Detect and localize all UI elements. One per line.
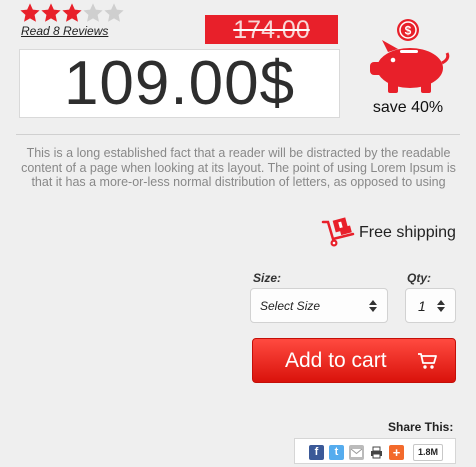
savings-label: save 40% — [372, 99, 444, 116]
star-filled-icon — [62, 3, 82, 22]
old-price: 174.00 — [205, 15, 338, 44]
star-filled-icon — [20, 3, 40, 22]
email-icon[interactable] — [349, 445, 364, 460]
select-arrows-icon — [437, 300, 445, 312]
current-price: 109.00$ — [63, 49, 296, 118]
add-to-cart-button[interactable]: Add to cart — [252, 338, 456, 383]
product-description: This is a long established fact that a r… — [21, 146, 456, 190]
share-count: 1.8M — [413, 444, 444, 461]
star-filled-icon — [41, 3, 61, 22]
qty-select[interactable]: 1 — [405, 288, 456, 323]
svg-text:$: $ — [405, 24, 412, 38]
star-rating — [19, 2, 124, 24]
plus-icon[interactable]: + — [389, 445, 404, 460]
share-title: Share This: — [388, 420, 454, 434]
size-select-value: Select Size — [260, 299, 321, 313]
qty-select-value: 1 — [418, 298, 426, 314]
print-icon[interactable] — [369, 445, 384, 460]
share-bar: f t + 1.8M — [294, 438, 456, 464]
free-shipping-label: Free shipping — [359, 224, 456, 241]
read-reviews-link[interactable]: Read 8 Reviews — [21, 24, 108, 38]
piggy-bank-icon: $ — [370, 19, 450, 93]
price-box: 109.00$ — [19, 49, 340, 118]
divider — [16, 134, 460, 135]
size-label: Size: — [253, 271, 282, 285]
size-select[interactable]: Select Size — [250, 288, 388, 323]
select-arrows-icon — [369, 300, 377, 312]
twitter-icon[interactable]: t — [329, 445, 344, 460]
cart-icon — [418, 353, 437, 369]
add-to-cart-label: Add to cart — [285, 349, 387, 372]
star-empty-icon — [104, 3, 124, 22]
hand-truck-icon — [321, 217, 355, 247]
facebook-icon[interactable]: f — [309, 445, 324, 460]
star-empty-icon — [83, 3, 103, 22]
qty-label: Qty: — [407, 271, 431, 285]
